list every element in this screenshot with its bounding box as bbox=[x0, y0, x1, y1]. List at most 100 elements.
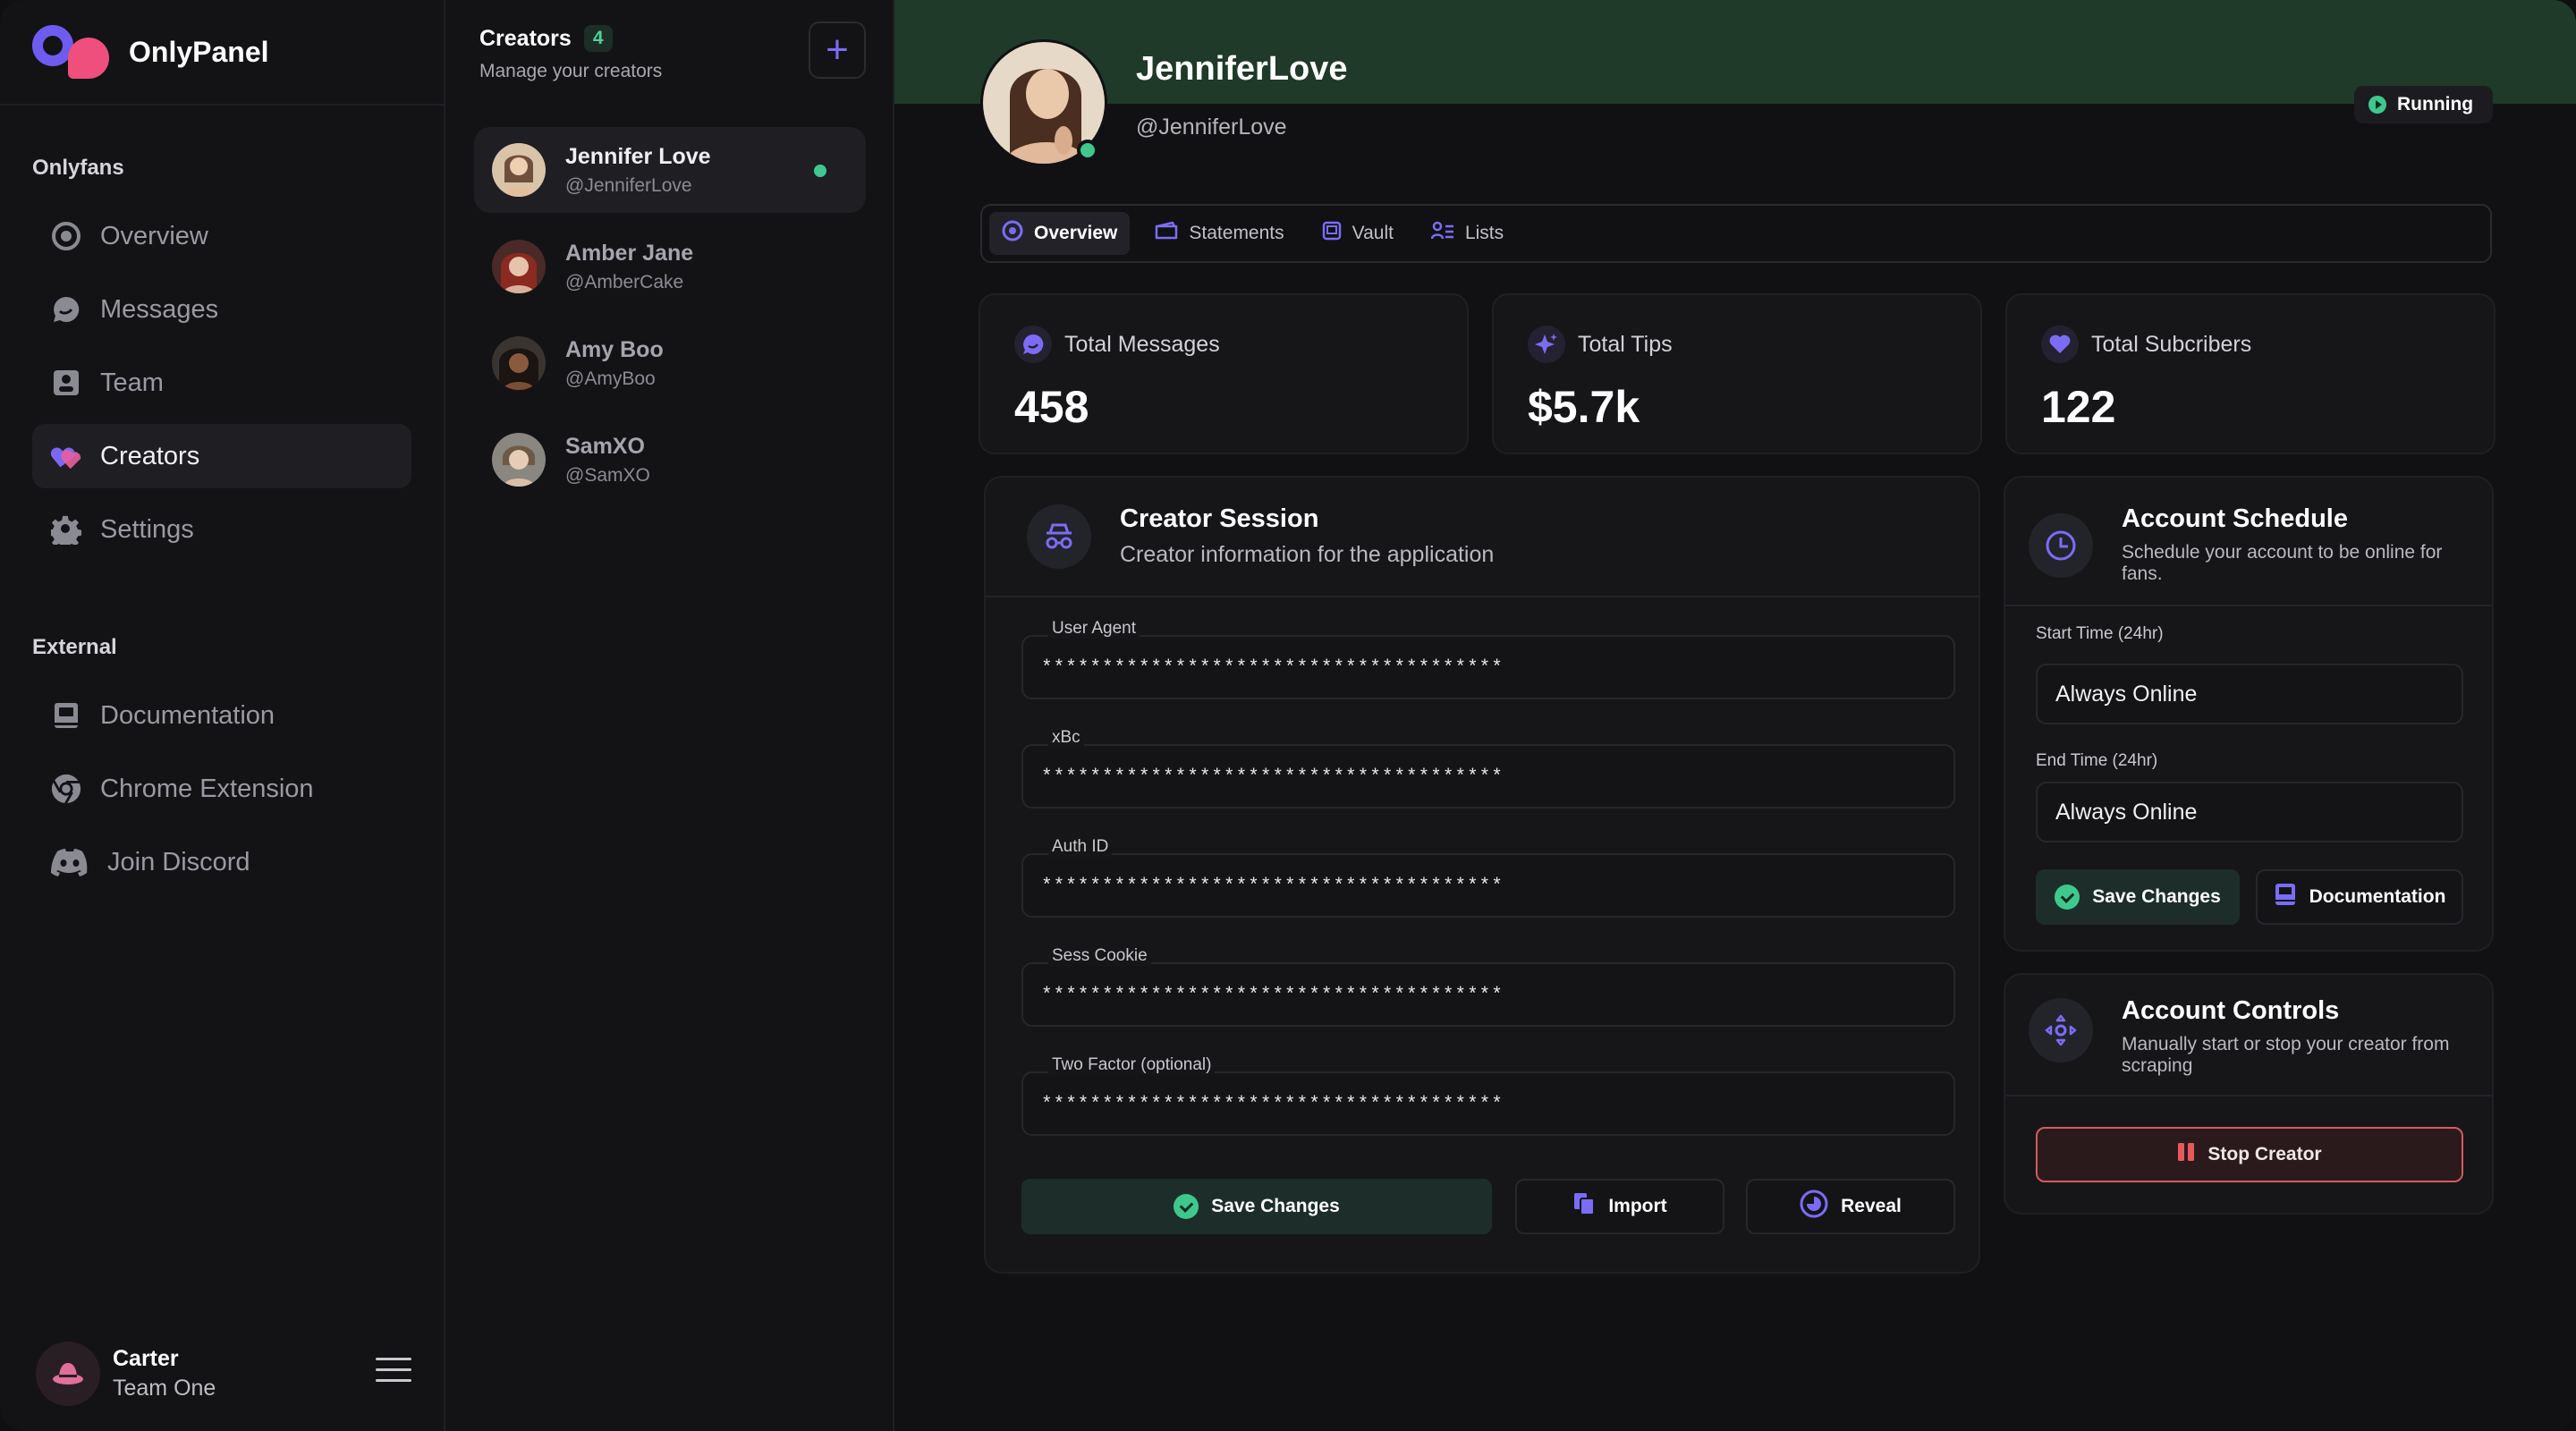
stat-card-tips: Total Tips $5.7k bbox=[1492, 293, 1982, 454]
sidebar-item-chrome-extension[interactable]: Chrome Extension bbox=[32, 757, 411, 821]
panel-title: Creator Session bbox=[1120, 504, 1319, 533]
creator-name: SamXO bbox=[565, 433, 645, 459]
creator-detail: JenniferLove @JenniferLove Running Overv… bbox=[894, 0, 2576, 1431]
vault-icon bbox=[1322, 221, 1342, 246]
button-label: Stop Creator bbox=[2207, 1144, 2322, 1164]
stat-card-subscribers: Total Subcribers 122 bbox=[2005, 293, 2496, 454]
spy-icon bbox=[1027, 504, 1091, 569]
schedule-save-changes-button[interactable]: Save Changes bbox=[2036, 869, 2240, 925]
panel-subtitle: Schedule your account to be online for f… bbox=[2122, 542, 2443, 585]
gear-icon bbox=[50, 513, 82, 546]
sidebar-item-team[interactable]: Team bbox=[32, 351, 411, 415]
creator-avatar bbox=[492, 336, 546, 390]
section-label-external: External bbox=[32, 635, 117, 659]
chrome-icon bbox=[50, 773, 82, 805]
creators-icon bbox=[50, 440, 82, 472]
field-label: Two Factor (optional) bbox=[1048, 1055, 1216, 1075]
auth-id-field[interactable]: Auth ID ********************************… bbox=[1021, 837, 1955, 918]
user-menu[interactable]: Carter Team One bbox=[36, 1338, 411, 1410]
plus-icon: + bbox=[826, 28, 849, 72]
field-label: Sess Cookie bbox=[1048, 946, 1151, 966]
stat-value: 458 bbox=[1014, 382, 1089, 432]
check-icon bbox=[2055, 885, 2080, 910]
tab-statements[interactable]: Statements bbox=[1142, 212, 1296, 255]
field-value: ************************************** bbox=[1041, 876, 1504, 897]
sidebar-item-documentation[interactable]: Documentation bbox=[32, 683, 411, 748]
sidebar-item-overview[interactable]: Overview bbox=[32, 204, 411, 268]
button-label: Save Changes bbox=[2092, 886, 2221, 907]
hamburger-menu-icon[interactable] bbox=[376, 1358, 411, 1390]
sidebar-item-label: Chrome Extension bbox=[100, 774, 314, 803]
documentation-button[interactable]: Documentation bbox=[2256, 869, 2463, 925]
clock-icon bbox=[2029, 513, 2093, 578]
sidebar-item-label: Settings bbox=[100, 514, 194, 544]
stat-card-messages: Total Messages 458 bbox=[979, 293, 1469, 454]
add-creator-button[interactable]: + bbox=[809, 21, 866, 79]
overview-icon bbox=[1002, 220, 1023, 247]
sidebar-item-messages[interactable]: Messages bbox=[32, 277, 411, 342]
creators-panel-header: Creators 4 Manage your creators bbox=[479, 25, 662, 82]
tab-bar: Overview Statements Vault Lists bbox=[980, 204, 2492, 263]
divider bbox=[986, 596, 1979, 597]
check-icon bbox=[1174, 1194, 1199, 1219]
status-text: Running bbox=[2397, 94, 2474, 114]
move-icon bbox=[2029, 998, 2093, 1063]
divider bbox=[2005, 605, 2492, 606]
sidebar: OnlyPanel Onlyfans Overview Messages Tea… bbox=[0, 0, 445, 1431]
tab-label: Lists bbox=[1464, 223, 1504, 243]
pause-icon bbox=[2177, 1142, 2195, 1167]
sess-cookie-field[interactable]: Sess Cookie ****************************… bbox=[1021, 946, 1955, 1027]
heart-icon bbox=[2041, 326, 2079, 363]
two-factor-field[interactable]: Two Factor (optional) ******************… bbox=[1021, 1055, 1955, 1136]
creator-name: Amy Boo bbox=[565, 336, 664, 362]
stop-creator-button[interactable]: Stop Creator bbox=[2036, 1127, 2463, 1182]
tab-vault[interactable]: Vault bbox=[1309, 212, 1406, 255]
tab-overview[interactable]: Overview bbox=[989, 212, 1131, 255]
list-icon bbox=[1430, 221, 1454, 246]
creator-list-item[interactable]: Jennifer Love @JenniferLove bbox=[474, 127, 866, 213]
divider bbox=[0, 104, 445, 106]
creator-list-item[interactable]: Amber Jane @AmberCake bbox=[474, 224, 866, 309]
import-button[interactable]: Import bbox=[1515, 1179, 1724, 1234]
sidebar-item-creators[interactable]: Creators bbox=[32, 424, 411, 488]
creators-count-badge: 4 bbox=[583, 25, 613, 52]
sidebar-item-join-discord[interactable]: Join Discord bbox=[32, 830, 411, 894]
account-controls-panel: Account Controls Manually start or stop … bbox=[2004, 973, 2494, 1215]
button-label: Import bbox=[1608, 1196, 1667, 1216]
creator-list-item[interactable]: Amy Boo @AmyBoo bbox=[474, 320, 866, 406]
creator-list-item[interactable]: SamXO @SamXO bbox=[474, 417, 866, 503]
user-team: Team One bbox=[113, 1376, 216, 1401]
sidebar-item-label: Team bbox=[100, 368, 164, 397]
start-time-input[interactable]: Always Online bbox=[2036, 664, 2463, 724]
team-icon bbox=[50, 367, 82, 399]
creator-name: Amber Jane bbox=[565, 240, 694, 266]
sidebar-item-label: Overview bbox=[100, 221, 208, 250]
panel-subtitle: Creator information for the application bbox=[1120, 542, 1495, 567]
creator-handle: @AmberCake bbox=[565, 271, 684, 292]
message-icon bbox=[1014, 326, 1052, 363]
wallet-icon bbox=[1155, 221, 1178, 246]
profile-handle: @JenniferLove bbox=[1136, 114, 1287, 140]
user-agent-field[interactable]: User Agent *****************************… bbox=[1021, 619, 1955, 699]
panel-title: Account Schedule bbox=[2122, 504, 2348, 533]
save-changes-button[interactable]: Save Changes bbox=[1021, 1179, 1492, 1234]
sidebar-item-settings[interactable]: Settings bbox=[32, 497, 411, 562]
tab-label: Statements bbox=[1189, 223, 1284, 243]
reveal-button[interactable]: Reveal bbox=[1746, 1179, 1955, 1234]
copy-icon bbox=[1572, 1191, 1596, 1222]
field-value: ************************************** bbox=[1041, 767, 1504, 788]
start-time-label: Start Time (24hr) bbox=[2036, 624, 2164, 643]
tab-lists[interactable]: Lists bbox=[1419, 212, 1516, 255]
field-label: xBc bbox=[1048, 728, 1084, 748]
sidebar-item-label: Join Discord bbox=[107, 847, 250, 876]
button-label: Save Changes bbox=[1211, 1196, 1340, 1216]
profile-name: JenniferLove bbox=[1136, 50, 1348, 88]
brand[interactable]: OnlyPanel bbox=[32, 25, 269, 79]
avatar bbox=[36, 1342, 100, 1406]
end-time-input[interactable]: Always Online bbox=[2036, 782, 2463, 843]
creator-handle: @AmyBoo bbox=[565, 368, 656, 389]
button-label: Documentation bbox=[2309, 886, 2446, 907]
onlypanel-logo-icon bbox=[32, 25, 113, 79]
xbc-field[interactable]: xBc ************************************… bbox=[1021, 728, 1955, 809]
button-label: Reveal bbox=[1841, 1196, 1902, 1216]
